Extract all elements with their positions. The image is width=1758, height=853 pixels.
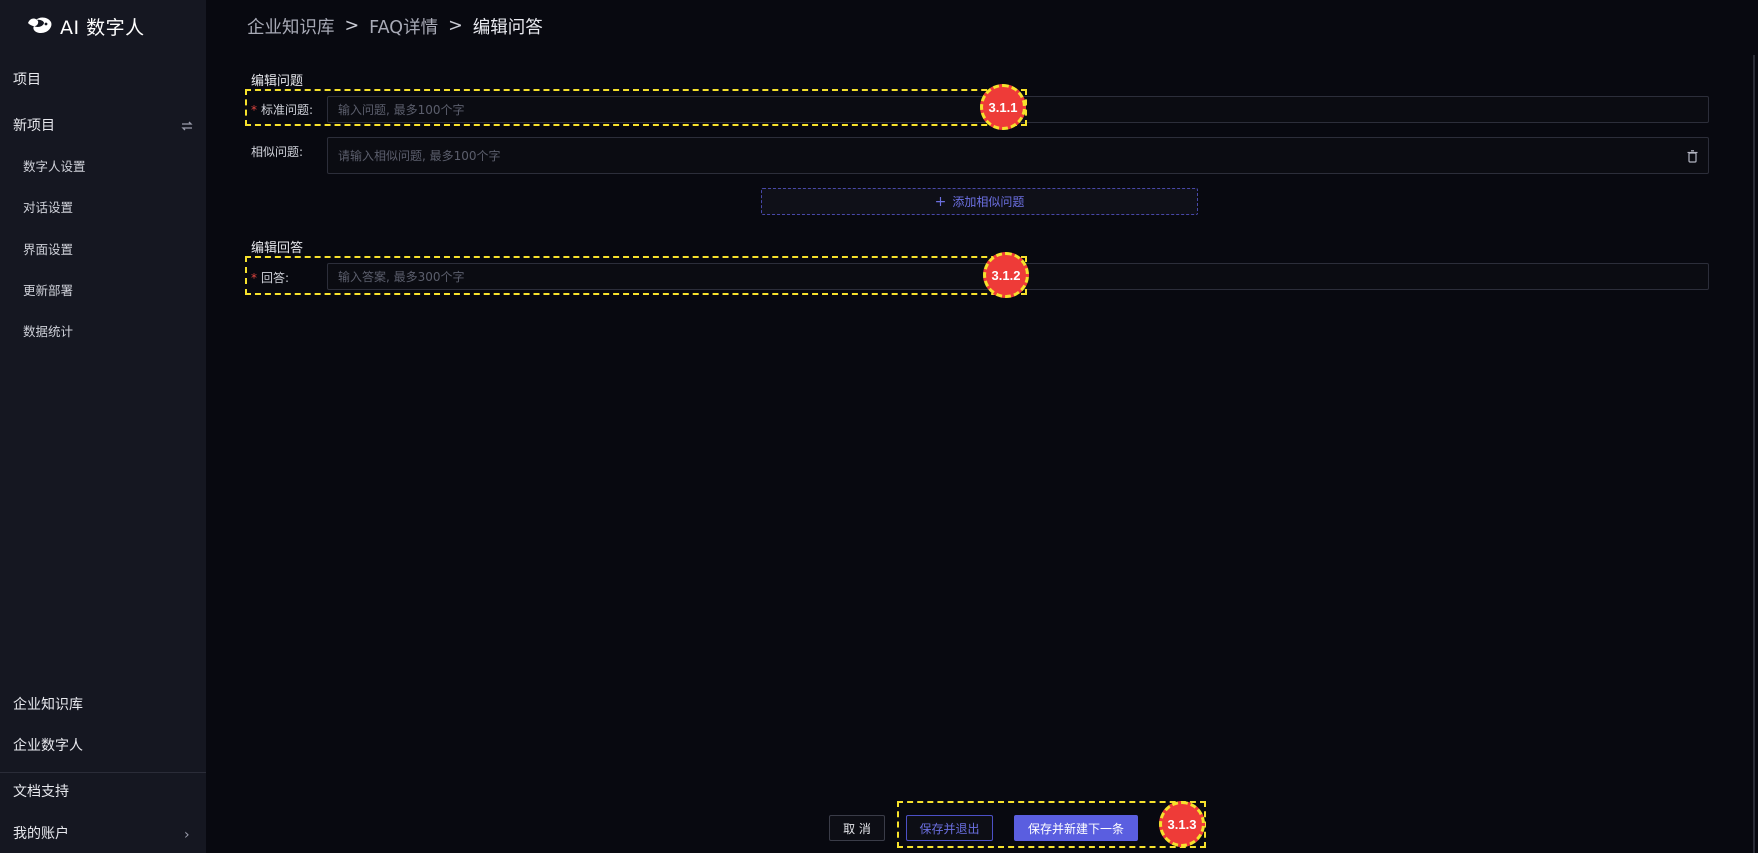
sidebar-item-project[interactable]: 项目 bbox=[13, 69, 41, 91]
sidebar-item-new-project[interactable]: 新项目 bbox=[13, 115, 55, 137]
app-logo[interactable]: AI 数字人 bbox=[26, 12, 145, 40]
sidebar-item-statistics[interactable]: 数据统计 bbox=[23, 322, 73, 342]
scrollbar[interactable] bbox=[1753, 55, 1755, 853]
annotation-badge: 3.1.2 bbox=[983, 252, 1029, 298]
trash-icon[interactable] bbox=[1687, 150, 1698, 163]
required-mark: * bbox=[251, 271, 257, 285]
logo-icon bbox=[28, 17, 52, 33]
app-title: AI 数字人 bbox=[60, 16, 145, 39]
plus-icon: + bbox=[934, 193, 947, 210]
swap-icon[interactable] bbox=[181, 121, 193, 131]
app-root: AI 数字人 项目 新项目 数字人设置 对话设置 界面设置 更新部署 数据统计 … bbox=[0, 0, 1758, 853]
sidebar-item-deploy[interactable]: 更新部署 bbox=[23, 281, 73, 301]
similar-question-input[interactable] bbox=[327, 137, 1709, 174]
required-mark: * bbox=[251, 103, 257, 117]
chevron-right-icon[interactable]: › bbox=[184, 827, 190, 843]
answer-label: * 回答: bbox=[251, 269, 289, 286]
annotation-badge: 3.1.1 bbox=[980, 84, 1026, 130]
sidebar-item-avatar-settings[interactable]: 数字人设置 bbox=[23, 157, 86, 177]
answer-section-title: 编辑回答 bbox=[251, 241, 304, 256]
standard-question-label-text: 标准问题: bbox=[261, 103, 314, 117]
breadcrumb-separator: > bbox=[448, 16, 463, 36]
save-and-new-button[interactable]: 保存并新建下一条 bbox=[1014, 815, 1138, 841]
breadcrumb: 企业知识库 > FAQ详情 > 编辑问答 bbox=[247, 14, 543, 38]
add-similar-question-label: 添加相似问题 bbox=[952, 195, 1025, 209]
breadcrumb-separator: > bbox=[344, 16, 360, 36]
save-and-exit-button[interactable]: 保存并退出 bbox=[906, 815, 993, 841]
annotation-badge: 3.1.3 bbox=[1159, 801, 1205, 847]
breadcrumb-current: 编辑问答 bbox=[472, 17, 543, 38]
sidebar-item-dialog-settings[interactable]: 对话设置 bbox=[23, 198, 73, 218]
breadcrumb-knowledge-base[interactable]: 企业知识库 bbox=[247, 14, 335, 39]
cancel-button[interactable]: 取 消 bbox=[829, 815, 885, 841]
add-similar-question-button[interactable]: + 添加相似问题 bbox=[761, 188, 1198, 215]
breadcrumb-faq-detail[interactable]: FAQ详情 bbox=[369, 14, 438, 39]
sidebar-item-ui-settings[interactable]: 界面设置 bbox=[23, 240, 73, 260]
sidebar: AI 数字人 项目 新项目 数字人设置 对话设置 界面设置 更新部署 数据统计 … bbox=[0, 0, 206, 853]
similar-question-label: 相似问题: bbox=[251, 145, 304, 159]
sidebar-divider bbox=[0, 772, 206, 773]
sidebar-item-knowledge-base[interactable]: 企业知识库 bbox=[13, 694, 83, 716]
answer-label-text: 回答: bbox=[261, 271, 290, 285]
sidebar-item-account[interactable]: 我的账户 bbox=[13, 823, 69, 845]
sidebar-item-enterprise-avatar[interactable]: 企业数字人 bbox=[13, 735, 83, 757]
standard-question-label: * 标准问题: bbox=[251, 101, 313, 118]
sidebar-item-docs[interactable]: 文档支持 bbox=[13, 781, 69, 803]
question-section-title: 编辑问题 bbox=[251, 74, 304, 89]
